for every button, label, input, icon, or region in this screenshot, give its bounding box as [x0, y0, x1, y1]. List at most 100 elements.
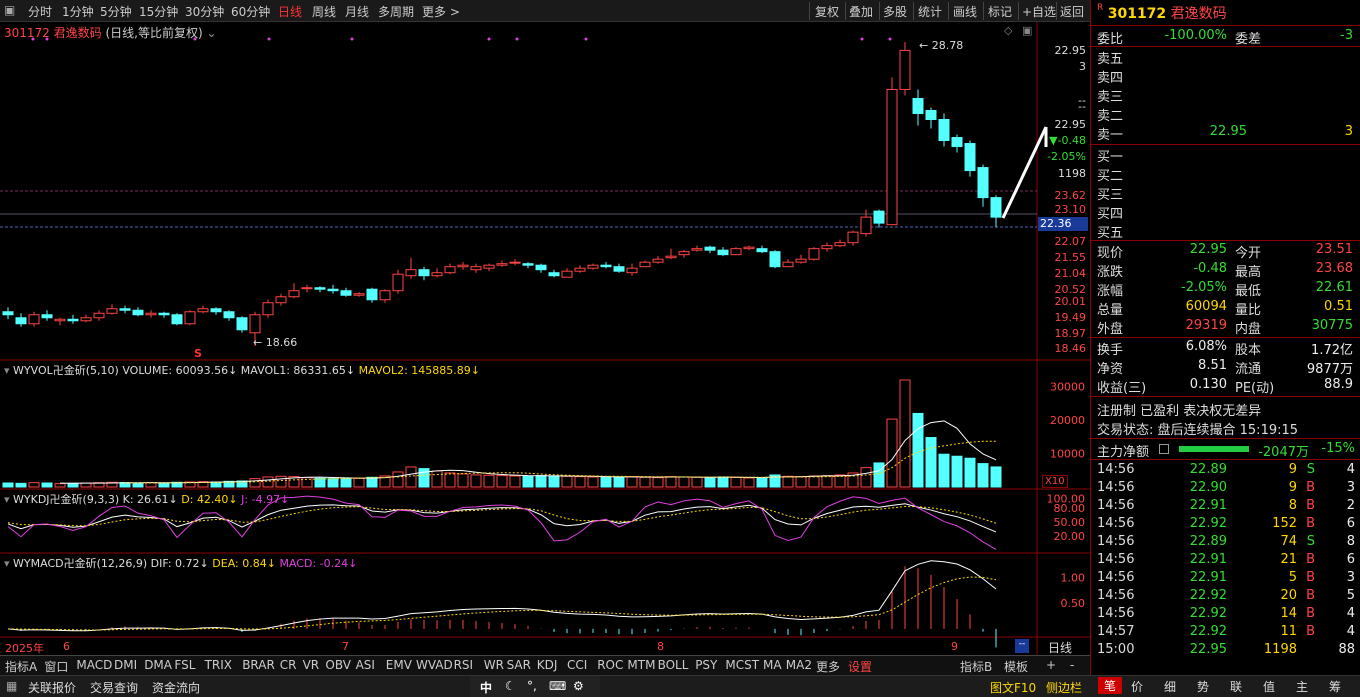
indicator-tab[interactable]: OBV — [325, 658, 351, 672]
quote-tab[interactable]: 细 — [1164, 678, 1176, 695]
tick-row[interactable]: 14:56 22.89 9 S 4 — [1097, 462, 1355, 480]
indicator-tab[interactable]: DMA — [144, 658, 172, 672]
scroll-end-button[interactable]: -- — [1015, 639, 1029, 653]
kline-chart-area[interactable]: 30000 20000 10000 100.00 80.00 50.00 20.00 1.… — [0, 22, 1090, 655]
tab-30min[interactable]: 30分钟 — [185, 3, 224, 20]
indicator-settings-icon[interactable]: ▾ — [4, 493, 10, 506]
indicator-b-tab[interactable]: 模板 — [1004, 658, 1028, 675]
trade-query-button[interactable]: 交易查询 — [90, 679, 138, 696]
indicator-tab[interactable]: 窗口 — [44, 658, 68, 675]
sidebar-button[interactable]: 侧边栏 — [1046, 679, 1082, 696]
indicator-b-tab[interactable]: - — [1070, 658, 1074, 672]
panel-toggle-icon[interactable]: ▣ — [4, 3, 15, 17]
indicator-tab[interactable]: WVAD — [416, 658, 453, 672]
indicator-tab[interactable]: TRIX — [205, 658, 232, 672]
tab-multi-period[interactable]: 多周期 — [378, 3, 414, 20]
tick-row[interactable]: 14:56 22.91 21 B 6 — [1097, 552, 1355, 570]
indicator-tab[interactable]: MA2 — [786, 658, 812, 672]
indicator-tab[interactable]: KDJ — [537, 658, 558, 672]
tick-row[interactable]: 14:56 22.92 20 B 5 — [1097, 588, 1355, 606]
tab-1min[interactable]: 1分钟 — [62, 3, 94, 20]
tab-5min[interactable]: 5分钟 — [100, 3, 132, 20]
tab-monthly[interactable]: 月线 — [345, 3, 369, 20]
multi-stock-button[interactable]: 多股 — [883, 3, 907, 20]
tick-row[interactable]: 14:56 22.89 74 S 8 — [1097, 534, 1355, 552]
indicator-tab[interactable]: 设置 — [848, 658, 872, 675]
tab-fenshi[interactable]: 分时 — [28, 3, 52, 20]
indicator-tab[interactable]: DMI — [114, 658, 137, 672]
quote-tab[interactable]: 值 — [1263, 678, 1275, 695]
indicator-tab[interactable]: RSI — [454, 658, 474, 672]
stats-button[interactable]: 统计 — [918, 3, 942, 20]
indicator-tab[interactable]: 更多 — [816, 658, 840, 675]
indicator-tab[interactable]: 指标A — [5, 658, 37, 675]
fuquan-button[interactable]: 复权 — [815, 3, 839, 20]
indicator-tab[interactable]: PSY — [695, 658, 717, 672]
window-icon[interactable]: ▣ — [1022, 24, 1032, 37]
mark-button[interactable]: 标记 — [988, 3, 1012, 20]
tick-row[interactable]: 14:56 22.91 5 B 3 — [1097, 570, 1355, 588]
indicator-tab[interactable]: WR — [484, 658, 504, 672]
add-watchlist-button[interactable]: +自选 — [1022, 3, 1056, 20]
fund-flow-button[interactable]: 资金流向 — [152, 679, 200, 696]
indicator-tab[interactable]: MACD — [76, 658, 112, 672]
tab-daily[interactable]: 日线 — [278, 3, 302, 20]
f10-button[interactable]: 图文F10 — [990, 679, 1036, 696]
back-button[interactable]: 返回 — [1060, 3, 1084, 20]
keyboard-icon[interactable]: ⌨ — [549, 679, 566, 693]
tab-more[interactable]: 更多 > — [422, 3, 460, 20]
indicator-tab[interactable]: FSL — [174, 658, 195, 672]
indicator-settings-icon[interactable]: ▾ — [4, 557, 10, 570]
indicator-tab[interactable]: VR — [303, 658, 320, 672]
tick-row[interactable]: 14:56 22.91 8 B 2 — [1097, 498, 1355, 516]
indicator-tab[interactable]: MA — [763, 658, 782, 672]
indicator-tab[interactable]: EMV — [386, 658, 412, 672]
indicator-tab[interactable]: ASI — [356, 658, 375, 672]
indicator-settings-icon[interactable]: ▾ — [4, 364, 10, 377]
quote-tab[interactable]: 价 — [1131, 678, 1143, 695]
indicator-tab[interactable]: MCST — [725, 658, 759, 672]
flow-menu-icon[interactable] — [1159, 444, 1169, 454]
indicator-tab[interactable]: MTM — [627, 658, 655, 672]
indicator-tab[interactable]: ROC — [597, 658, 623, 672]
tick-row[interactable]: 14:56 22.92 152 B 6 — [1097, 516, 1355, 534]
related-quote-button[interactable]: 关联报价 — [28, 679, 76, 696]
indicator-b-tab[interactable]: + — [1046, 658, 1056, 672]
tick-row[interactable]: 14:57 22.92 11 B 4 — [1097, 624, 1355, 642]
dots-icon[interactable]: °, — [527, 679, 537, 693]
indicator-tab[interactable]: SAR — [507, 658, 531, 672]
quote-tab[interactable]: 主 — [1296, 678, 1308, 695]
quote-tab[interactable]: 笔 — [1098, 677, 1123, 694]
overlay-button[interactable]: 叠加 — [849, 3, 873, 20]
tick-row[interactable]: 15:00 22.95 1198 88 — [1097, 642, 1355, 660]
kdj-indicator-name[interactable]: WYKDJ卍金斫(9,3,3) — [13, 493, 119, 506]
volume-bar — [275, 475, 287, 488]
gear-icon[interactable]: ⚙ — [573, 679, 584, 693]
moon-icon[interactable]: ☾ — [505, 679, 516, 693]
vol-indicator-name[interactable]: WYVOL卍金斫(5,10) — [13, 364, 119, 377]
diamond-icon[interactable]: ◇ — [1004, 24, 1012, 37]
indicator-b-tab[interactable]: 指标B — [960, 658, 992, 675]
tab-weekly[interactable]: 周线 — [312, 3, 336, 20]
stats-value: 9877万 — [1306, 362, 1353, 377]
main-flow-row[interactable]: 主力净额 -2047万 -15% — [1097, 441, 1355, 460]
indicator-tab[interactable]: BRAR — [242, 658, 275, 672]
indicator-tab[interactable]: CR — [280, 658, 297, 672]
tick-volume: 9 — [1288, 462, 1297, 477]
indicator-tab[interactable]: BOLL — [658, 658, 689, 672]
tick-row[interactable]: 14:56 22.90 9 B 3 — [1097, 480, 1355, 498]
chinese-input-icon[interactable]: 中 — [480, 679, 492, 696]
draw-line-button[interactable]: 画线 — [953, 3, 977, 20]
quote-tab[interactable]: 联 — [1230, 678, 1242, 695]
quote-panel: R 301172 君逸数码 委比 -100.00% 委差 -3 卖五 卖四 卖三 卖二… — [1090, 0, 1360, 675]
tab-15min[interactable]: 15分钟 — [139, 3, 178, 20]
tab-60min[interactable]: 60分钟 — [231, 3, 270, 20]
grid-icon[interactable]: ▦ — [6, 679, 17, 693]
macd-indicator-name[interactable]: WYMACD卍金斫(12,26,9) — [13, 557, 147, 570]
chevron-down-icon[interactable]: ⌄ — [207, 26, 217, 40]
period-indicator[interactable]: 日线 — [1048, 639, 1072, 656]
indicator-tab[interactable]: CCI — [567, 658, 587, 672]
quote-tab[interactable]: 势 — [1197, 678, 1209, 695]
quote-tab[interactable]: 筹 — [1329, 678, 1341, 695]
tick-row[interactable]: 14:56 22.92 14 B 4 — [1097, 606, 1355, 624]
